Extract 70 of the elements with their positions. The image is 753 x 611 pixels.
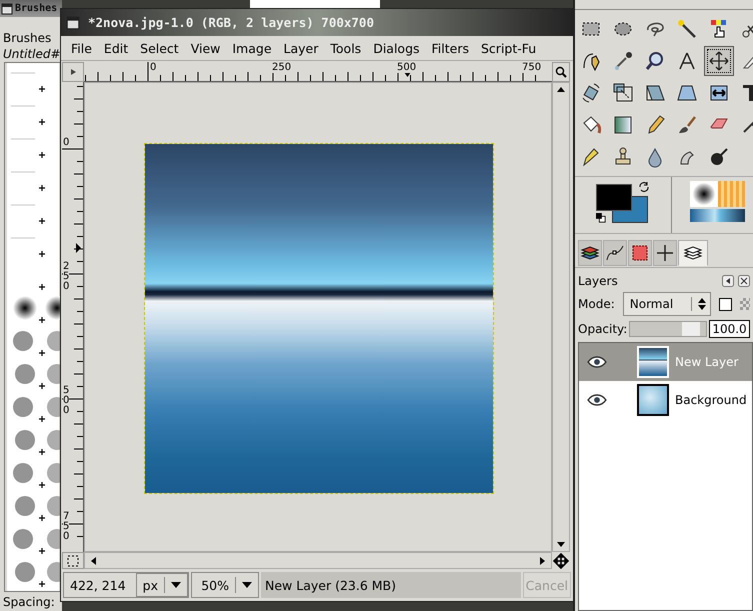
close-icon[interactable] bbox=[738, 275, 750, 287]
menu-item[interactable]: Filters bbox=[426, 40, 475, 56]
layer-thumbnail bbox=[637, 384, 669, 416]
menu-item[interactable]: Edit bbox=[98, 40, 134, 56]
gradient-preview[interactable] bbox=[690, 209, 745, 222]
ruler-label: 250 bbox=[272, 62, 292, 73]
quick-mask-icon[interactable] bbox=[62, 552, 84, 569]
mode-dropdown[interactable]: Normal bbox=[622, 292, 711, 316]
move-icon[interactable] bbox=[553, 552, 569, 568]
navigate-button[interactable] bbox=[62, 62, 84, 82]
paths-tab-icon[interactable] bbox=[603, 240, 627, 266]
ruler-label: 0 bbox=[150, 62, 156, 73]
right-arrow-icon[interactable] bbox=[539, 556, 547, 566]
ruler-label: 500 bbox=[63, 386, 70, 416]
status-message: New Layer (23.6 MB) bbox=[261, 572, 521, 598]
spacing-label: Spacing: bbox=[2, 595, 56, 609]
ruler-label: 250 bbox=[63, 262, 70, 292]
mode-label: Mode: bbox=[578, 297, 615, 311]
eye-icon[interactable] bbox=[587, 356, 607, 368]
menu-item[interactable]: Dialogs bbox=[367, 40, 426, 56]
default-colors-icon[interactable] bbox=[596, 213, 606, 223]
channel-tab-icon[interactable] bbox=[628, 240, 652, 266]
pointer-coordinates: 422, 214 bbox=[70, 578, 126, 592]
triangle-icon bbox=[68, 67, 78, 77]
caret-icon bbox=[171, 582, 182, 588]
window-title: *2nova.jpg-1.0 (RGB, 2 layers) 700x700 bbox=[88, 15, 374, 30]
menu-item[interactable]: Tools bbox=[324, 40, 368, 56]
opacity-label: Opacity: bbox=[578, 322, 628, 336]
move-tool-icon[interactable] bbox=[704, 46, 734, 76]
caret-icon bbox=[242, 582, 252, 588]
swap-icon[interactable] bbox=[638, 181, 650, 193]
unit-dropdown[interactable]: px bbox=[136, 573, 188, 597]
menu-item[interactable]: Script-Fu bbox=[475, 40, 542, 56]
ruler-label: 0 bbox=[63, 138, 70, 148]
layer-name: New Layer bbox=[675, 355, 738, 369]
menu-item[interactable]: View bbox=[184, 40, 226, 56]
window-title: Brushes bbox=[15, 2, 58, 14]
move-tab-icon[interactable] bbox=[653, 240, 677, 266]
left-arrow-icon[interactable] bbox=[89, 556, 97, 566]
up-arrow-icon[interactable] bbox=[556, 85, 566, 93]
layer-row[interactable]: Background bbox=[579, 381, 752, 419]
vertical-scrollbar[interactable] bbox=[552, 82, 570, 552]
brush-grid-drawing[interactable] bbox=[4, 62, 62, 592]
color-swatches[interactable] bbox=[596, 184, 648, 223]
down-arrow-icon[interactable] bbox=[556, 541, 566, 549]
opacity-field[interactable]: 100.0 bbox=[709, 320, 750, 338]
zoom-dropdown[interactable]: 50% bbox=[191, 572, 260, 598]
window-menu-icon[interactable] bbox=[1, 2, 13, 14]
menu-item[interactable]: Image bbox=[226, 40, 278, 56]
ruler-label: 750 bbox=[522, 62, 542, 73]
window-menu-icon[interactable] bbox=[66, 16, 80, 30]
panel-title: Brushes bbox=[2, 30, 52, 46]
menu-item[interactable]: Select bbox=[134, 40, 185, 56]
horizontal-scrollbar[interactable] bbox=[84, 552, 552, 569]
panel-title: Layers bbox=[578, 274, 619, 288]
checkerboard-icon bbox=[740, 298, 750, 310]
ruler-label: 750 bbox=[63, 512, 70, 542]
up-down-arrows-icon bbox=[698, 298, 706, 310]
zoom-icon[interactable] bbox=[552, 62, 570, 82]
stack-color-tab-icon[interactable] bbox=[578, 240, 602, 266]
layer-thumbnail bbox=[637, 346, 669, 378]
stack-tab-icon[interactable] bbox=[678, 240, 708, 266]
eye-icon[interactable] bbox=[587, 394, 607, 406]
layer-name: Background bbox=[675, 393, 747, 407]
lock-alpha-checkbox[interactable] bbox=[718, 298, 732, 310]
brush-preview[interactable] bbox=[690, 181, 718, 207]
ruler-label: 500 bbox=[397, 62, 416, 73]
menu-item[interactable]: Layer bbox=[278, 40, 324, 56]
brush-name: Untitled# bbox=[2, 46, 62, 62]
menu-item[interactable]: File bbox=[65, 40, 98, 56]
